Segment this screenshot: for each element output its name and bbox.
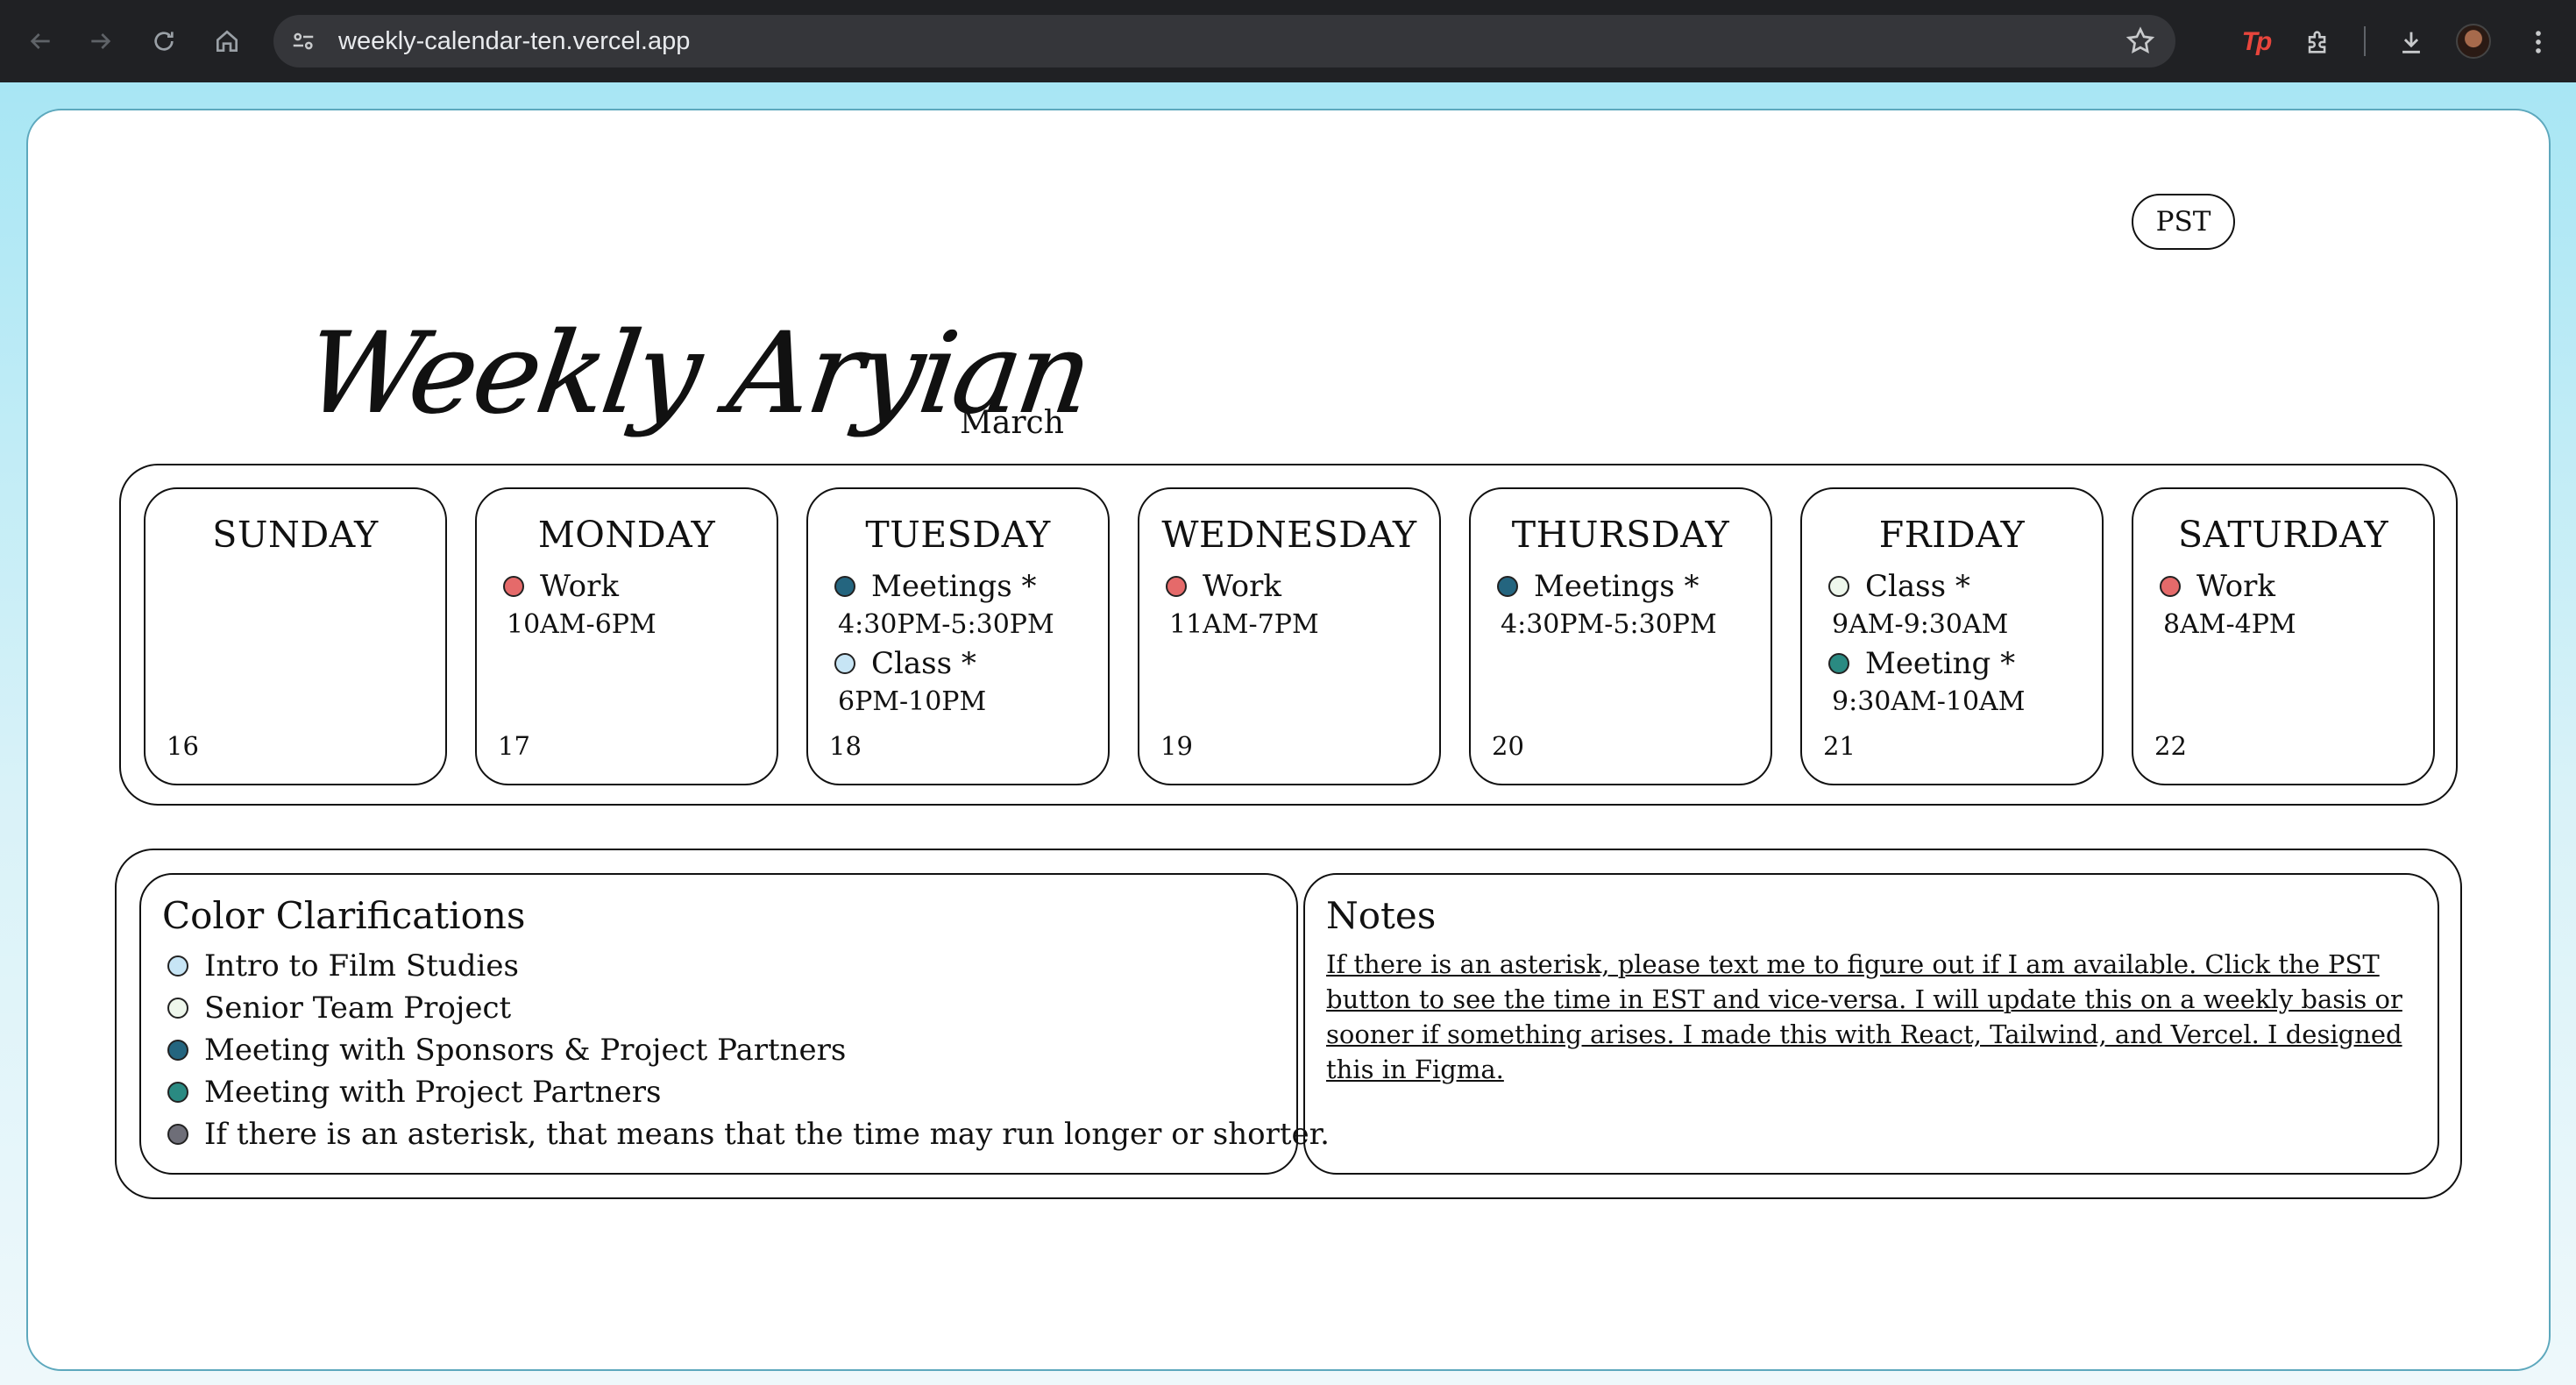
event-label: Work <box>1203 569 1281 604</box>
extension-tp-icon[interactable]: Tp <box>2237 23 2275 61</box>
category-dot-icon <box>834 653 855 674</box>
event-item: Work 8AM-4PM <box>2160 567 2426 644</box>
event-time: 4:30PM-5:30PM <box>1501 609 1717 640</box>
event-item: Class * 6PM-10PM <box>834 644 1101 721</box>
day-name: SATURDAY <box>2177 514 2389 556</box>
event-label: Work <box>540 569 619 604</box>
event-label: Work <box>2196 569 2275 604</box>
event-time: 8AM-4PM <box>2163 609 2296 640</box>
day-card-monday: MONDAY Work 10AM-6PM 17 <box>475 487 778 785</box>
event-item: Meeting * 9:30AM-10AM <box>1828 644 2095 721</box>
day-date: 20 <box>1492 731 1524 761</box>
event-list: Meetings * 4:30PM-5:30PM Class * 6PM-10P… <box>834 567 1101 721</box>
browser-toolbar: weekly-calendar-ten.vercel.app Tp <box>0 0 2576 82</box>
legend-text: Senior Team Project <box>204 991 512 1026</box>
event-label: Class * <box>871 646 976 681</box>
day-date: 21 <box>1823 731 1856 761</box>
event-time: 9AM-9:30AM <box>1832 609 2009 640</box>
more-vertical-icon[interactable] <box>2519 23 2558 61</box>
legend-item: Meeting with Project Partners <box>167 1071 1330 1113</box>
event-time: 6PM-10PM <box>838 686 987 717</box>
category-dot-icon <box>167 998 188 1019</box>
day-date: 18 <box>829 731 862 761</box>
reload-icon[interactable] <box>145 22 183 60</box>
day-name: THURSDAY <box>1511 514 1730 556</box>
event-list: Class * 9AM-9:30AM Meeting * 9:30AM-10AM <box>1828 567 2095 721</box>
notes-title: Notes <box>1326 894 1437 937</box>
category-dot-icon <box>1166 576 1187 597</box>
legend-item: If there is an asterisk, that means that… <box>167 1113 1330 1155</box>
timezone-toggle-button[interactable]: PST <box>2132 194 2235 250</box>
legend-text: Meeting with Sponsors & Project Partners <box>204 1033 847 1068</box>
toolbar-separator <box>2364 26 2366 56</box>
event-item: Class * 9AM-9:30AM <box>1828 567 2095 644</box>
category-dot-icon <box>834 576 855 597</box>
category-dot-icon <box>167 1124 188 1145</box>
day-date: 17 <box>498 731 530 761</box>
profile-avatar[interactable] <box>2456 24 2491 59</box>
notes-body: If there is an asterisk, please text me … <box>1326 949 2402 1084</box>
category-dot-icon <box>167 1040 188 1061</box>
event-item: Meetings * 4:30PM-5:30PM <box>1497 567 1763 644</box>
event-time: 10AM-6PM <box>507 609 656 640</box>
home-icon[interactable] <box>208 22 246 60</box>
week-grid: SUNDAY 16 MONDAY Work 10AM-6PM 17 TUESDA… <box>119 464 2458 806</box>
day-card-friday: FRIDAY Class * 9AM-9:30AM Meeting * 9:30… <box>1800 487 2104 785</box>
notes-panel: Notes If there is an asterisk, please te… <box>1303 873 2439 1175</box>
event-label: Class * <box>1865 569 1970 604</box>
legend-item: Meeting with Sponsors & Project Partners <box>167 1029 1330 1071</box>
day-date: 16 <box>167 731 199 761</box>
event-label: Meeting * <box>1865 646 2016 681</box>
category-dot-icon <box>2160 576 2181 597</box>
back-arrow-icon[interactable] <box>21 22 60 60</box>
site-settings-icon[interactable] <box>289 27 317 55</box>
day-card-wednesday: WEDNESDAY Work 11AM-7PM 19 <box>1138 487 1441 785</box>
info-panel: Color Clarifications Intro to Film Studi… <box>115 849 2462 1199</box>
day-card-thursday: THURSDAY Meetings * 4:30PM-5:30PM 20 <box>1469 487 1772 785</box>
day-name: FRIDAY <box>1878 514 2026 556</box>
category-dot-icon <box>167 955 188 977</box>
event-list: Work 8AM-4PM <box>2160 567 2426 644</box>
event-list: Meetings * 4:30PM-5:30PM <box>1497 567 1763 644</box>
download-icon[interactable] <box>2392 23 2431 61</box>
day-date: 19 <box>1160 731 1193 761</box>
url-text[interactable]: weekly-calendar-ten.vercel.app <box>338 15 690 67</box>
event-list: Work 10AM-6PM <box>503 567 770 644</box>
forward-arrow-icon[interactable] <box>82 22 120 60</box>
extensions-puzzle-icon[interactable] <box>2299 23 2338 61</box>
star-icon[interactable] <box>2125 25 2156 57</box>
event-item: Meetings * 4:30PM-5:30PM <box>834 567 1101 644</box>
day-card-sunday: SUNDAY 16 <box>144 487 447 785</box>
event-time: 11AM-7PM <box>1169 609 1319 640</box>
event-label: Meetings * <box>1534 569 1700 604</box>
legend-item: Intro to Film Studies <box>167 945 1330 987</box>
day-card-tuesday: TUESDAY Meetings * 4:30PM-5:30PM Class *… <box>806 487 1110 785</box>
legend-title: Color Clarifications <box>162 894 526 937</box>
category-dot-icon <box>503 576 524 597</box>
category-dot-icon <box>1828 653 1849 674</box>
legend-list: Intro to Film Studies Senior Team Projec… <box>167 945 1330 1155</box>
event-item: Work 10AM-6PM <box>503 567 770 644</box>
day-date: 22 <box>2154 731 2187 761</box>
event-time: 9:30AM-10AM <box>1832 686 2026 717</box>
category-dot-icon <box>1828 576 1849 597</box>
category-dot-icon <box>1497 576 1518 597</box>
day-card-saturday: SATURDAY Work 8AM-4PM 22 <box>2132 487 2435 785</box>
address-bar[interactable]: weekly-calendar-ten.vercel.app <box>273 15 2175 67</box>
event-label: Meetings * <box>871 569 1037 604</box>
day-name: SUNDAY <box>212 514 379 556</box>
month-label: March <box>960 405 1064 441</box>
category-dot-icon <box>167 1082 188 1103</box>
event-list: Work 11AM-7PM <box>1166 567 1432 644</box>
event-time: 4:30PM-5:30PM <box>838 609 1054 640</box>
legend-text: Meeting with Project Partners <box>204 1075 662 1110</box>
event-item: Work 11AM-7PM <box>1166 567 1432 644</box>
day-name: MONDAY <box>537 514 716 556</box>
legend-item: Senior Team Project <box>167 987 1330 1029</box>
color-legend: Color Clarifications Intro to Film Studi… <box>139 873 1330 1175</box>
day-name: TUESDAY <box>865 514 1051 556</box>
day-name: WEDNESDAY <box>1161 514 1417 556</box>
legend-text: If there is an asterisk, that means that… <box>204 1117 1330 1152</box>
legend-text: Intro to Film Studies <box>204 948 519 984</box>
